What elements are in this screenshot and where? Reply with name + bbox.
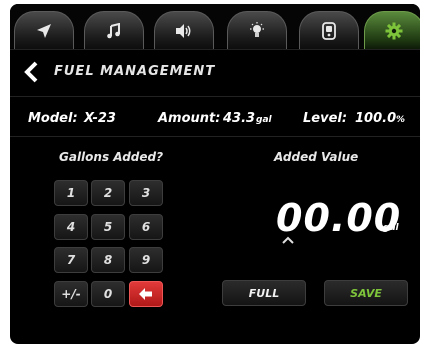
tab-music[interactable] bbox=[84, 11, 144, 49]
key-plus-minus[interactable]: +/- bbox=[54, 281, 88, 307]
page-title: FUEL MANAGEMENT bbox=[54, 64, 216, 79]
level-label: Level: bbox=[303, 111, 348, 126]
key-9[interactable]: 9 bbox=[129, 247, 163, 273]
key-0[interactable]: 0 bbox=[91, 281, 125, 307]
key-8[interactable]: 8 bbox=[91, 247, 125, 273]
speaker-volume-icon bbox=[176, 23, 191, 38]
tab-audio[interactable] bbox=[154, 11, 214, 49]
amount-value: 43.3 bbox=[223, 111, 256, 126]
fuel-management-screen: FUEL MANAGEMENT Model: X-23 Amount: 43.3… bbox=[10, 4, 420, 344]
tab-lighting[interactable] bbox=[227, 11, 287, 49]
device-remote-icon bbox=[322, 21, 336, 40]
key-2[interactable]: 2 bbox=[91, 180, 125, 206]
tab-navigation[interactable] bbox=[14, 11, 74, 49]
navigation-arrow-icon bbox=[37, 23, 51, 38]
full-button[interactable]: FULL bbox=[222, 280, 306, 306]
save-button[interactable]: SAVE bbox=[324, 280, 408, 306]
light-bulb-icon bbox=[250, 21, 264, 37]
key-3[interactable]: 3 bbox=[129, 180, 163, 206]
delete-key[interactable] bbox=[129, 281, 163, 307]
key-5[interactable]: 5 bbox=[91, 214, 125, 240]
tab-settings[interactable] bbox=[364, 11, 420, 49]
model-label: Model: bbox=[28, 111, 78, 126]
fuel-info-row: Model: X-23 Amount: 43.3 gal Level: 100.… bbox=[10, 103, 420, 133]
divider bbox=[10, 96, 420, 97]
key-4[interactable]: 4 bbox=[54, 214, 88, 240]
added-value-unit: gal bbox=[383, 223, 399, 233]
chevron-left-icon[interactable] bbox=[22, 60, 42, 84]
caret-up-icon bbox=[282, 236, 294, 244]
level-unit: % bbox=[396, 115, 406, 125]
top-tab-bar bbox=[10, 4, 420, 49]
header: FUEL MANAGEMENT bbox=[10, 50, 420, 94]
amount-unit: gal bbox=[256, 115, 272, 125]
added-value-display: 00.00 bbox=[276, 196, 402, 240]
tab-device[interactable] bbox=[299, 11, 359, 49]
backspace-arrow-icon bbox=[139, 288, 152, 300]
added-value-title: Added Value bbox=[274, 150, 359, 164]
level-value: 100.0 bbox=[355, 111, 397, 126]
key-1[interactable]: 1 bbox=[54, 180, 88, 206]
key-6[interactable]: 6 bbox=[129, 214, 163, 240]
gear-icon bbox=[385, 22, 403, 39]
amount-label: Amount: bbox=[158, 111, 221, 126]
keypad-title: Gallons Added? bbox=[59, 150, 164, 164]
divider bbox=[10, 136, 420, 137]
music-note-icon bbox=[107, 22, 120, 38]
key-7[interactable]: 7 bbox=[54, 247, 88, 273]
model-value: X-23 bbox=[84, 111, 116, 126]
